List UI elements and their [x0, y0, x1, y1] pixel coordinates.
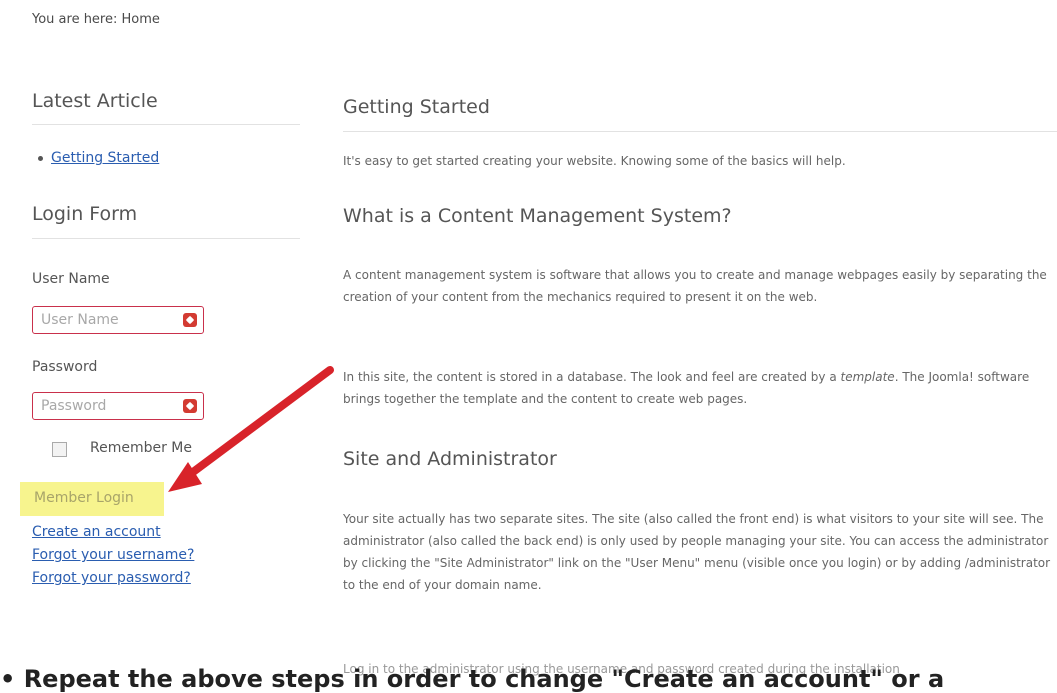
site-paragraph-1: Your site actually has two separate site…	[343, 512, 1051, 592]
annotation-arrow-icon	[168, 366, 334, 492]
member-login-button[interactable]: Member Login	[34, 490, 134, 506]
forgot-username-link[interactable]: Forgot your username?	[32, 547, 194, 563]
intro-text: It's easy to get started creating your w…	[343, 154, 846, 168]
overlay-caption: • Repeat the above steps in order to cha…	[0, 665, 945, 693]
create-account-link[interactable]: Create an account	[32, 524, 161, 540]
login-form-heading: Login Form	[32, 203, 138, 225]
username-input[interactable]	[32, 306, 204, 334]
latest-article-item: Getting Started	[38, 150, 159, 166]
login-links: Create an account Forgot your username? …	[32, 520, 194, 589]
username-label: User Name	[32, 271, 110, 287]
cms-heading: What is a Content Management System?	[343, 205, 732, 227]
cms-paragraph-2: In this site, the content is stored in a…	[343, 370, 1030, 406]
page-title: Getting Started	[343, 96, 490, 118]
cms-paragraph-1: A content management system is software …	[343, 268, 1047, 304]
error-icon	[183, 313, 197, 327]
password-label: Password	[32, 359, 98, 375]
breadcrumb: You are here: Home	[32, 12, 160, 27]
divider	[32, 124, 300, 125]
bullet-icon	[38, 155, 43, 161]
divider	[32, 238, 300, 239]
getting-started-link[interactable]: Getting Started	[51, 150, 159, 166]
forgot-password-link[interactable]: Forgot your password?	[32, 570, 191, 586]
site-admin-heading: Site and Administrator	[343, 448, 557, 470]
latest-article-heading: Latest Article	[32, 90, 158, 112]
remember-me-checkbox[interactable]	[52, 442, 67, 457]
divider	[343, 131, 1057, 132]
